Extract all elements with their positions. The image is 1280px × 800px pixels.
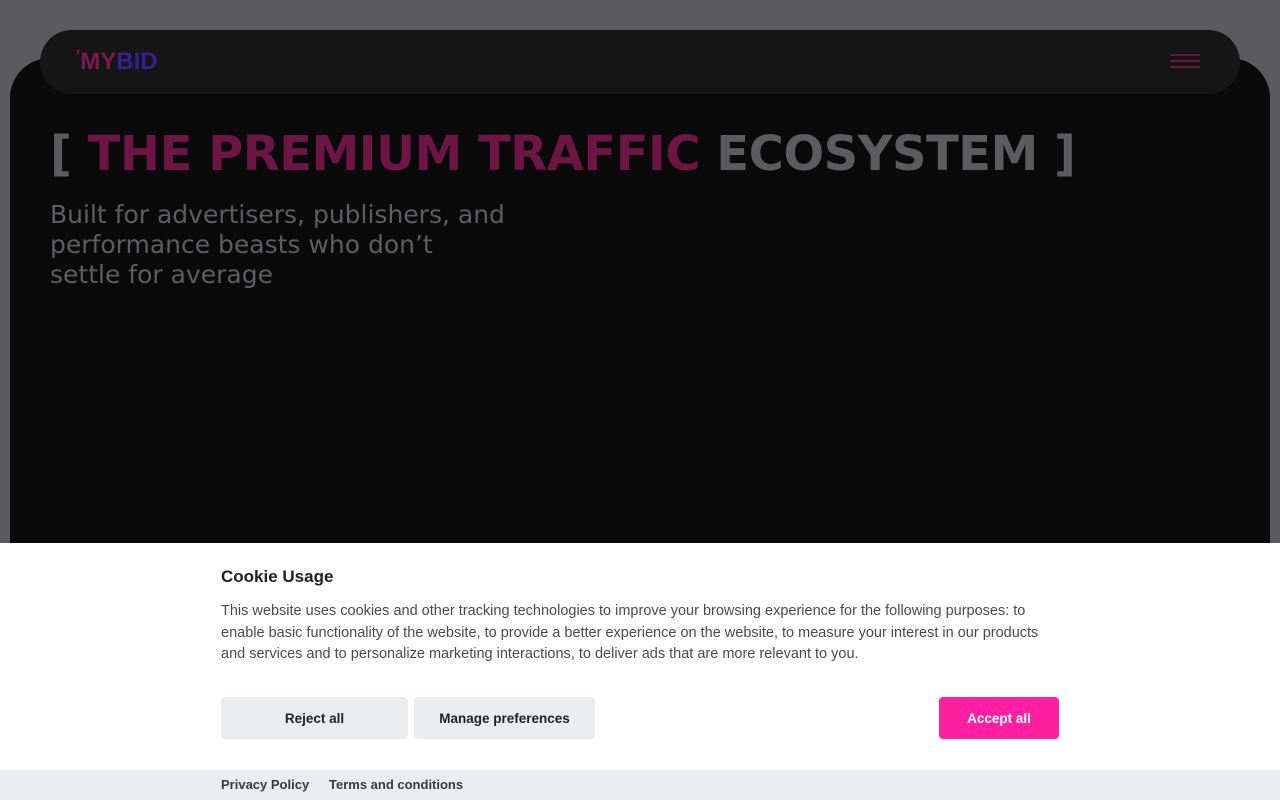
logo-text-bid: BID bbox=[116, 48, 158, 75]
terms-and-conditions-link[interactable]: Terms and conditions bbox=[329, 777, 463, 792]
hamburger-menu-icon[interactable] bbox=[1170, 52, 1202, 72]
logo-text-my: MY bbox=[80, 48, 117, 75]
privacy-policy-link[interactable]: Privacy Policy bbox=[221, 777, 309, 792]
reject-all-button[interactable]: Reject all bbox=[221, 697, 408, 739]
menu-line bbox=[1170, 60, 1200, 62]
top-navbar: ' MY BID bbox=[40, 30, 1240, 94]
menu-line bbox=[1170, 54, 1200, 56]
hero-headline: [ THE PREMIUM TRAFFIC ECOSYSTEM ] bbox=[50, 125, 1076, 183]
hero-subtitle: Built for advertisers, publishers, and p… bbox=[50, 200, 505, 289]
menu-line bbox=[1170, 66, 1200, 68]
cookie-description: This website uses cookies and other trac… bbox=[221, 603, 1039, 662]
cookie-title: Cookie Usage bbox=[221, 567, 334, 586]
cookie-banner: Cookie Usage This website uses cookies a… bbox=[0, 543, 1280, 770]
headline-accent: THE PREMIUM TRAFFIC bbox=[87, 126, 701, 182]
cookie-footer: Privacy Policy Terms and conditions bbox=[0, 770, 1280, 800]
accept-all-button[interactable]: Accept all bbox=[939, 697, 1059, 739]
headline-open-bracket: [ bbox=[50, 126, 88, 182]
manage-preferences-button[interactable]: Manage preferences bbox=[414, 697, 595, 739]
mybid-logo[interactable]: ' MY BID bbox=[73, 46, 158, 75]
headline-rest: ECOSYSTEM ] bbox=[700, 126, 1076, 182]
